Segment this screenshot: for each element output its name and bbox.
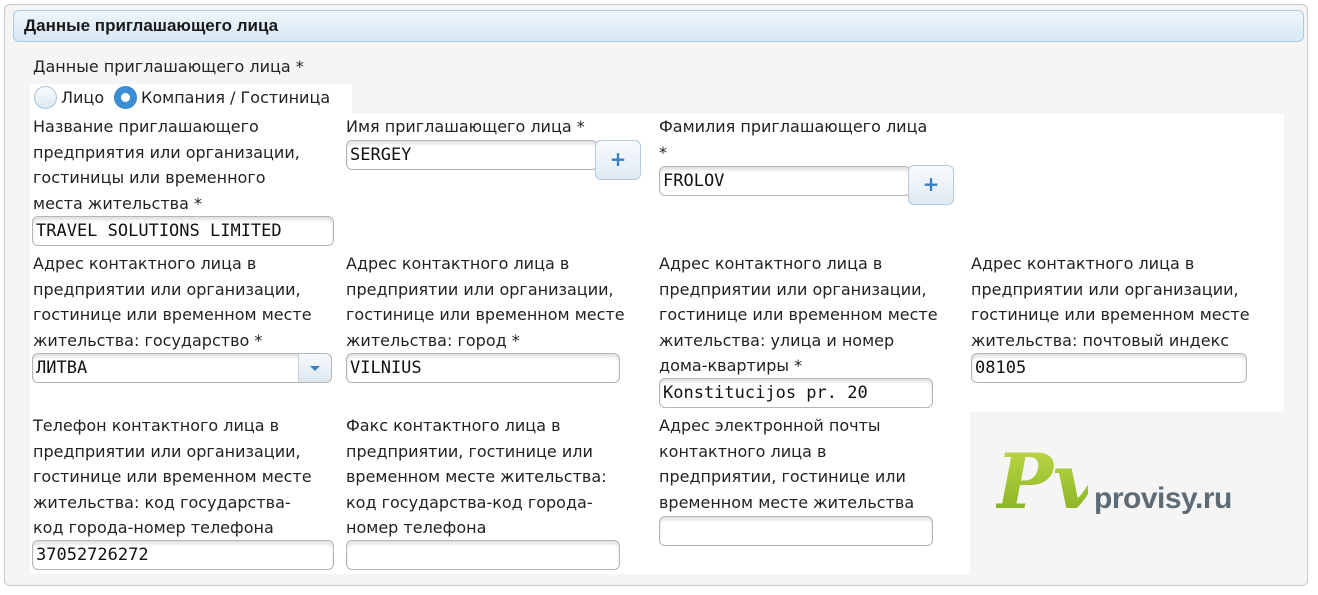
fax-input[interactable] xyxy=(346,540,620,570)
logo-text: provisy.ru xyxy=(1094,482,1232,515)
logo-mark-text: Pv xyxy=(996,440,1088,522)
radio-person-label[interactable]: Лицо xyxy=(61,85,104,111)
provisy-logo-icon: Pv xyxy=(996,440,1088,522)
org-name-input[interactable]: TRAVEL SOLUTIONS LIMITED xyxy=(32,216,334,246)
phone-label: Телефон контактного лица в предприятии и… xyxy=(33,416,312,537)
radio-company[interactable] xyxy=(114,86,137,109)
radio-person[interactable] xyxy=(34,86,57,109)
phone-input[interactable]: 37052726272 xyxy=(32,540,334,570)
city-label: Адрес контактного лица в предприятии или… xyxy=(346,254,625,350)
chevron-down-icon[interactable] xyxy=(298,354,331,382)
fax-label: Факс контактного лица в предприятии, гос… xyxy=(346,416,607,537)
last-name-input[interactable]: FROLOV xyxy=(659,166,911,196)
street-input[interactable]: Konstitucijos pr. 20 xyxy=(659,378,933,408)
postal-code-input[interactable]: 08105 xyxy=(971,353,1247,383)
street-label: Адрес контактного лица в предприятии или… xyxy=(659,254,938,375)
country-select-value: ЛИТВА xyxy=(36,358,88,378)
add-first-name-button[interactable]: + xyxy=(595,140,641,180)
org-name-label: Название приглашающего предприятия или о… xyxy=(33,117,300,213)
add-last-name-button[interactable]: + xyxy=(908,165,954,205)
inviter-type-label: Данные приглашающего лица * xyxy=(33,57,304,76)
section-header: Данные приглашающего лица xyxy=(13,10,1304,42)
email-label: Адрес электронной почты контактного лица… xyxy=(659,416,915,512)
city-input[interactable]: VILNIUS xyxy=(346,353,620,383)
first-name-input[interactable]: SERGEY xyxy=(346,140,598,170)
country-select[interactable]: ЛИТВА xyxy=(32,353,332,383)
first-name-label: Имя приглашающего лица * xyxy=(346,117,585,136)
postal-code-label: Адрес контактного лица в предприятии или… xyxy=(971,254,1250,350)
email-input[interactable] xyxy=(659,516,933,546)
last-name-label: Фамилия приглашающего лица * xyxy=(659,117,928,162)
country-label: Адрес контактного лица в предприятии или… xyxy=(33,254,312,350)
radio-company-label[interactable]: Компания / Гостиница xyxy=(141,85,330,111)
